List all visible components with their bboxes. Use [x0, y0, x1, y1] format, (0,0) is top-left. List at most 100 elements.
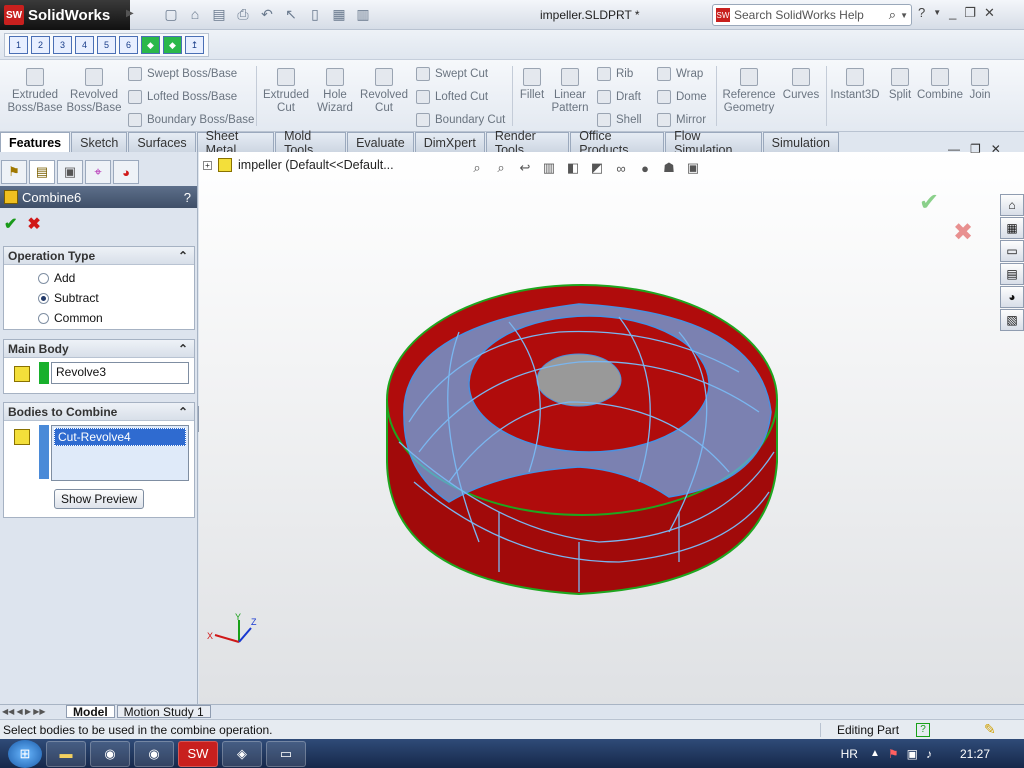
hide-show-icon[interactable]: ∞ [612, 160, 630, 176]
lofted-cut-button[interactable]: Lofted Cut [416, 90, 488, 104]
print-icon[interactable]: ⎙ [234, 5, 252, 23]
extruded-cut-button[interactable]: Extruded Cut [260, 64, 312, 115]
lofted-boss-button[interactable]: Lofted Boss/Base [128, 90, 237, 104]
tab-simulation[interactable]: Simulation [762, 132, 839, 152]
view-back-icon[interactable]: 2 [31, 36, 50, 54]
collapse-icon[interactable]: ⌃ [178, 405, 188, 419]
save-icon[interactable]: ▤ [210, 5, 228, 23]
configuration-manager-icon[interactable]: ▣ [57, 160, 83, 184]
zoom-to-fit-icon[interactable]: ⌕ [468, 160, 486, 176]
open-icon[interactable]: ⌂ [186, 5, 204, 23]
split-button[interactable]: Split [884, 64, 916, 102]
impeller-model[interactable] [199, 152, 1024, 704]
ok-check-icon[interactable]: ✔ [4, 214, 17, 234]
swept-cut-button[interactable]: Swept Cut [416, 67, 488, 81]
tab-surfaces[interactable]: Surfaces [128, 132, 196, 152]
tab-features[interactable]: Features [0, 132, 71, 152]
boundary-cut-button[interactable]: Boundary Cut [416, 113, 505, 127]
close-icon[interactable]: ✕ [984, 5, 995, 21]
graphics-area[interactable]: Y X Z ✔ ✖ [199, 152, 1024, 704]
home-icon[interactable]: ⌂ [1000, 194, 1024, 216]
tab-mold-tools[interactable]: Mold Tools [275, 129, 347, 157]
view-right-icon[interactable]: 4 [75, 36, 94, 54]
view-top-icon[interactable]: 5 [97, 36, 116, 54]
radio-subtract-dot[interactable] [38, 292, 49, 304]
custom-properties-icon[interactable]: ▧ [1000, 309, 1024, 331]
expand-icon[interactable]: + [203, 160, 212, 170]
instant3d-button[interactable]: Instant3D [828, 64, 882, 102]
solidworks-taskbar-icon[interactable]: SW [178, 740, 218, 767]
view-settings-icon[interactable]: ▣ [684, 160, 702, 176]
undo-icon[interactable]: ↶ [258, 5, 276, 23]
viewport-restore-icon[interactable]: ❐ [970, 142, 981, 156]
view-palette-icon[interactable]: ▤ [1000, 263, 1024, 285]
extruded-boss-button[interactable]: Extruded Boss/Base [6, 64, 64, 115]
rebuild-icon[interactable]: ▯ [306, 5, 324, 23]
apply-scene-icon[interactable]: ☗ [660, 160, 678, 176]
revolved-boss-button[interactable]: Revolved Boss/Base [66, 64, 122, 115]
solidworks-logo[interactable]: SW SolidWorks [0, 0, 130, 30]
main-body-field[interactable]: Revolve3 [51, 362, 189, 384]
tray-expand-icon[interactable]: ▲ [870, 748, 880, 759]
rib-button[interactable]: Rib [597, 67, 633, 81]
tab-sketch[interactable]: Sketch [71, 132, 128, 152]
cancel-x-icon[interactable]: ✖ [27, 214, 40, 234]
collapse-icon[interactable]: ⌃ [178, 249, 188, 263]
property-manager-icon[interactable]: ▤ [29, 160, 55, 184]
language-indicator[interactable]: HR [841, 747, 858, 761]
viewport-close-icon[interactable]: ✕ [991, 142, 1001, 156]
tab-scroll-arrows[interactable]: ◀◀ ◀ ▶ ▶▶ [0, 707, 64, 716]
menu-arrow-icon[interactable]: ▶ [126, 8, 134, 19]
revolved-cut-button[interactable]: Revolved Cut [358, 64, 410, 115]
show-preview-button[interactable]: Show Preview [54, 489, 144, 509]
mirror-button[interactable]: Mirror [657, 113, 706, 127]
appearances-icon[interactable]: ◕ [1000, 286, 1024, 308]
viewport-minimize-icon[interactable]: — [948, 142, 960, 156]
file-properties-icon[interactable]: ▦ [330, 5, 348, 23]
list-item[interactable]: Cut-Revolve4 [54, 428, 186, 446]
confirm-cancel-icon[interactable]: ✖ [953, 218, 973, 247]
join-button[interactable]: Join [964, 64, 996, 102]
design-library-icon[interactable]: ▦ [1000, 217, 1024, 239]
view-left-icon[interactable]: 3 [53, 36, 72, 54]
radio-common[interactable]: Common [38, 311, 194, 325]
feature-tree-flyout[interactable]: + impeller (Default<<Default... [203, 158, 394, 172]
normal-to-icon[interactable]: ↥ [185, 36, 204, 54]
combine-button[interactable]: Combine [916, 64, 964, 102]
edit-appearance-icon[interactable]: ● [636, 160, 654, 176]
radio-subtract[interactable]: Subtract [38, 291, 194, 305]
collapse-icon[interactable]: ⌃ [178, 342, 188, 356]
tab-render-tools[interactable]: Render Tools [485, 129, 570, 157]
view-orientation-icon[interactable]: ◧ [564, 160, 582, 176]
curves-button[interactable]: Curves [780, 64, 822, 102]
swept-boss-button[interactable]: Swept Boss/Base [128, 67, 237, 81]
radio-common-dot[interactable] [38, 312, 49, 324]
bodies-list[interactable]: Cut-Revolve4 [51, 425, 189, 481]
help-dropdown-icon[interactable]: ▼ [933, 5, 941, 21]
previous-view-icon[interactable]: ↩ [516, 160, 534, 176]
status-help-icon[interactable]: ? [916, 722, 930, 737]
radio-add[interactable]: Add [38, 271, 194, 285]
reference-geometry-button[interactable]: Reference Geometry [720, 64, 778, 115]
clock[interactable]: 21:27 [960, 747, 990, 761]
display-manager-icon[interactable]: ◕ [113, 160, 139, 184]
confirm-ok-icon[interactable]: ✔ [919, 188, 939, 217]
volume-icon[interactable]: ♪ [926, 747, 932, 761]
help-icon[interactable]: ? [918, 5, 925, 21]
draft-button[interactable]: Draft [597, 90, 641, 104]
fillet-button[interactable]: Fillet [516, 64, 548, 102]
feature-manager-icon[interactable]: ⚑ [1, 160, 27, 184]
app-taskbar-icon[interactable]: ◈ [222, 740, 262, 767]
tab-dimxpert[interactable]: DimXpert [414, 132, 485, 152]
start-button-icon[interactable]: ⊞ [8, 739, 42, 768]
view-bottom-icon[interactable]: 6 [119, 36, 138, 54]
display-style-icon[interactable]: ◩ [588, 160, 606, 176]
new-document-icon[interactable]: ▢ [162, 5, 180, 23]
tab-model[interactable]: Model [66, 705, 115, 719]
search-icon[interactable]: ⌕ [889, 7, 896, 23]
tab-evaluate[interactable]: Evaluate [347, 132, 414, 152]
radio-add-dot[interactable] [38, 272, 49, 284]
tab-office-products[interactable]: Office Products [570, 129, 665, 157]
options-icon[interactable]: ▥ [354, 5, 372, 23]
tab-flow-simulation[interactable]: Flow Simulation [665, 129, 762, 157]
